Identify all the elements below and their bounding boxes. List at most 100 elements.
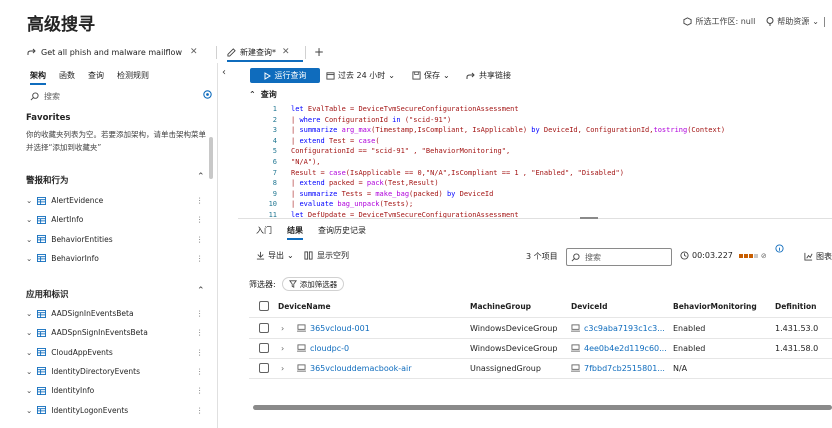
export-label: 导出 <box>268 251 284 260</box>
row-checkbox[interactable] <box>259 343 269 353</box>
device-id-link[interactable]: 7fbbd7cb2515801... <box>584 364 665 373</box>
resize-handle[interactable] <box>580 217 598 219</box>
tab-get-started[interactable]: 入门 <box>256 225 272 240</box>
select-all-checkbox[interactable] <box>259 301 269 311</box>
chart-button[interactable]: 图表 <box>804 251 832 262</box>
code-line[interactable]: | extend Test = case( <box>291 137 380 145</box>
row-checkbox[interactable] <box>259 363 269 373</box>
code-line[interactable]: let EvalTable = DeviceTvmSecureConfigura… <box>291 105 519 113</box>
chevron-down-icon[interactable]: ⌄ <box>26 328 32 337</box>
chevron-down-icon[interactable]: ⌄ <box>26 254 32 263</box>
code-line[interactable]: | summarize Tests = make_bag(packed) by … <box>291 190 493 198</box>
tab-phish-malware[interactable]: Get all phish and malware mailflow ✕ <box>27 42 198 62</box>
more-options-icon[interactable]: ⋮ <box>196 406 204 415</box>
more-options-icon[interactable]: ⋮ <box>196 235 204 244</box>
device-id-link[interactable]: c3c9aba7193c1c3... <box>584 324 665 333</box>
info-icon[interactable] <box>775 244 784 253</box>
schema-table-item[interactable]: ⌄ IdentityInfo ⋮ <box>26 386 204 395</box>
schema-table-item[interactable]: ⌄ BehaviorInfo ⋮ <box>26 254 204 263</box>
column-header-behaviormonitoring[interactable]: BehaviorMonitoring <box>673 296 757 316</box>
column-header-deviceid[interactable]: DeviceId <box>571 296 607 316</box>
help-resources-button[interactable]: 帮助资源 ⌄ <box>766 16 819 27</box>
device-name-link[interactable]: 365vcloud-001 <box>310 324 370 333</box>
schema-settings-icon[interactable] <box>202 89 213 100</box>
chevron-up-icon[interactable]: ⌃ <box>197 286 205 296</box>
code-line[interactable]: "N/A"), <box>291 158 321 166</box>
schema-table-item[interactable]: ⌄ AlertInfo ⋮ <box>26 215 204 224</box>
table-row[interactable]: › 365vcloud-001 WindowsDeviceGroup c3c9aba7… <box>249 318 832 338</box>
column-header-devicename[interactable]: DeviceName <box>278 296 331 316</box>
schema-table-item[interactable]: ⌄ CloudAppEvents ⋮ <box>26 348 204 357</box>
tab-functions[interactable]: 函数 <box>59 70 75 85</box>
more-options-icon[interactable]: ⋮ <box>196 348 204 357</box>
table-row[interactable]: › cloudpc-0 WindowsDeviceGroup 4ee0b4e2d119… <box>249 338 832 358</box>
chevron-down-icon[interactable]: ⌄ <box>26 406 32 415</box>
device-id-link[interactable]: 4ee0b4e2d119c60... <box>584 344 667 353</box>
chevron-down-icon[interactable]: ⌄ <box>26 367 32 376</box>
close-icon[interactable]: ✕ <box>282 47 290 57</box>
query-editor[interactable]: 1 let EvalTable = DeviceTvmSecureConfigur… <box>255 102 832 218</box>
more-options-icon[interactable]: ⋮ <box>196 196 204 205</box>
schema-table-item[interactable]: ⌄ AlertEvidence ⋮ <box>26 196 204 205</box>
more-options-icon[interactable]: ⋮ <box>196 215 204 224</box>
horizontal-scrollbar[interactable] <box>253 405 832 410</box>
schema-table-item[interactable]: ⌄ IdentityDirectoryEvents ⋮ <box>26 367 204 376</box>
query-section-header[interactable]: ⌃ 查询 <box>249 89 277 100</box>
add-filter-button[interactable]: 添加筛选器 <box>281 277 345 291</box>
tab-results[interactable]: 结果 <box>287 225 303 240</box>
collapse-panel-icon[interactable]: ‹ <box>222 67 226 78</box>
left-scrollbar[interactable] <box>209 137 213 179</box>
chevron-down-icon[interactable]: ⌄ <box>26 348 32 357</box>
more-options-icon[interactable]: ⋮ <box>196 254 204 263</box>
schema-table-item[interactable]: ⌄ AADSignInEventsBeta ⋮ <box>26 309 204 318</box>
schema-table-item[interactable]: ⌄ AADSpnSignInEventsBeta ⋮ <box>26 328 204 337</box>
more-options-icon[interactable]: ⋮ <box>196 328 204 337</box>
save-button[interactable]: 保存 ⌄ <box>412 68 450 83</box>
chevron-down-icon[interactable]: ⌄ <box>26 386 32 395</box>
device-name-link[interactable]: cloudpc-0 <box>310 344 349 353</box>
schema-table-item[interactable]: ⌄ BehaviorEntities ⋮ <box>26 235 204 244</box>
results-search-input[interactable]: 搜索 <box>566 248 672 266</box>
code-line[interactable]: | extend packed = pack(Test,Result) <box>291 179 439 187</box>
expand-row-icon[interactable]: › <box>281 318 284 338</box>
code-line[interactable]: ConfigurationId == "scid-91" , "Behavior… <box>291 147 510 155</box>
code-line[interactable]: | where ConfigurationId in ("scid-91") <box>291 116 451 124</box>
time-range-dropdown[interactable]: 过去 24 小时 ⌄ <box>326 68 395 83</box>
panel-divider[interactable] <box>217 63 218 428</box>
more-options-icon[interactable]: ⋮ <box>196 309 204 318</box>
more-options-icon[interactable]: ⋮ <box>196 367 204 376</box>
tab-new-query[interactable]: 新建查询* ✕ <box>227 42 290 62</box>
run-query-button[interactable]: 运行查询 <box>250 68 320 83</box>
code-line[interactable]: | summarize arg_max(Timestamp,IsComplian… <box>291 126 725 134</box>
show-empty-columns-toggle[interactable]: 显示空列 <box>304 250 349 261</box>
tab-detection-rules[interactable]: 检测规则 <box>117 70 149 85</box>
chevron-down-icon[interactable]: ⌄ <box>26 196 32 205</box>
expand-row-icon[interactable]: › <box>281 358 284 378</box>
tab-query-history[interactable]: 查询历史记录 <box>318 225 366 240</box>
chevron-up-icon[interactable]: ⌃ <box>197 172 205 182</box>
code-line[interactable]: let DefUpdate = DeviceTvmSecureConfigura… <box>291 211 519 218</box>
schema-search[interactable]: 搜索 <box>30 89 212 103</box>
chevron-down-icon[interactable]: ⌄ <box>26 215 32 224</box>
download-icon <box>256 251 265 260</box>
code-line[interactable]: Result = case(IsApplicable == 0,"N/A",Is… <box>291 169 624 177</box>
tab-schema[interactable]: 架构 <box>30 70 46 85</box>
code-line[interactable]: | evaluate bag_unpack(Tests); <box>291 200 413 208</box>
close-icon[interactable]: ✕ <box>190 47 198 57</box>
export-button[interactable]: 导出 ⌄ <box>256 250 294 261</box>
workspace-selector[interactable]: 所选工作区: null <box>683 16 755 27</box>
chevron-down-icon[interactable]: ⌄ <box>26 235 32 244</box>
tab-queries[interactable]: 查询 <box>88 70 104 85</box>
row-checkbox[interactable] <box>259 323 269 333</box>
column-header-definition[interactable]: Definition <box>775 296 816 316</box>
chevron-down-icon[interactable]: ⌄ <box>26 309 32 318</box>
column-header-machinegroup[interactable]: MachineGroup <box>470 296 531 316</box>
schema-table-item[interactable]: ⌄ IdentityLogonEvents ⋮ <box>26 406 204 415</box>
add-tab-icon[interactable]: + <box>314 42 324 62</box>
device-name-link[interactable]: 365vclouddemacbook-air <box>310 364 412 373</box>
table-row[interactable]: › 365vclouddemacbook-air UnassignedGroup 7f… <box>249 358 832 378</box>
more-options-icon[interactable]: ⋮ <box>196 386 204 395</box>
share-link-button[interactable]: 共享链接 <box>466 68 511 83</box>
expand-row-icon[interactable]: › <box>281 338 284 358</box>
overflow-icon[interactable] <box>824 16 832 27</box>
